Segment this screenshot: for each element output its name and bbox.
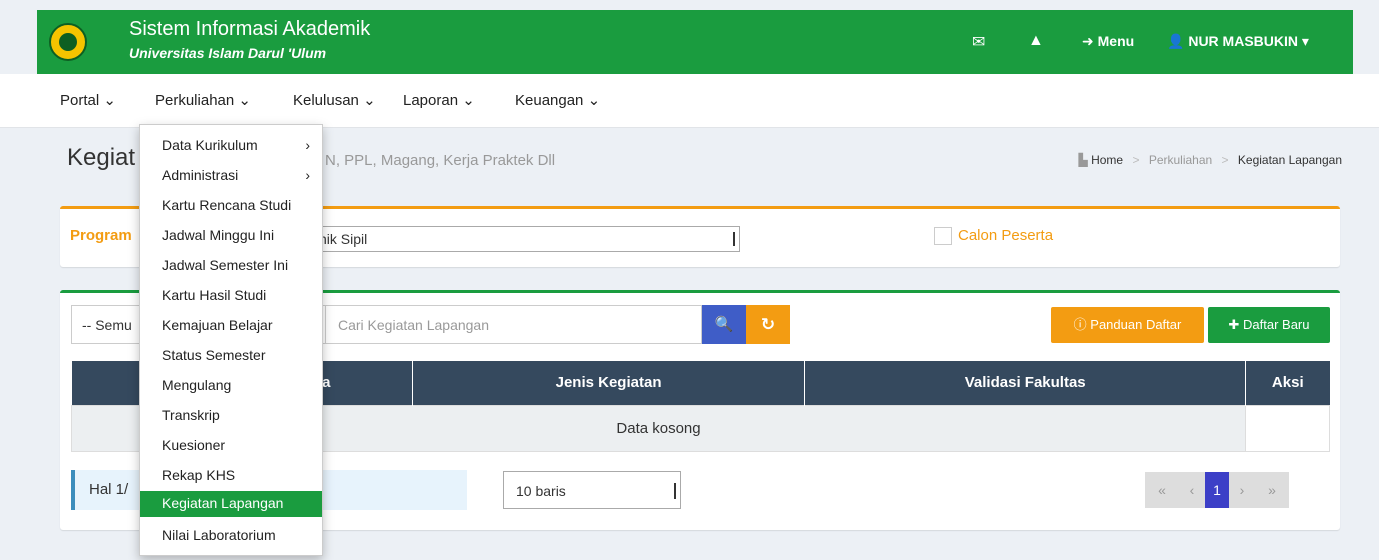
perkuliahan-dropdown-menu: Data Kurikulum › Administrasi › Kartu Renc… [139, 124, 323, 556]
refresh-icon: ↻ [760, 315, 776, 334]
chevron-down-icon: ⌄ [103, 92, 116, 109]
menu-item-label: Administrasi [162, 167, 239, 183]
nav-kelulusan[interactable]: Kelulusan ⌄ [293, 91, 376, 109]
nav-label: Keuangan [515, 92, 584, 109]
envelope-icon[interactable]: ✉ [972, 32, 985, 52]
menu-item-kuesioner[interactable]: Kuesioner [140, 433, 322, 459]
first-page-button[interactable]: « [1145, 472, 1179, 508]
empty-aksi-cell [1245, 404, 1330, 452]
menu-item-transkrip[interactable]: Transkrip [140, 403, 322, 429]
pagination: « ‹ 1 › » [1145, 472, 1289, 508]
app-title: Sistem Informasi Akademik [129, 18, 371, 40]
menu-item-status-semester[interactable]: Status Semester [140, 343, 322, 369]
prev-page-button[interactable]: ‹ [1179, 472, 1205, 508]
menu-item-kegiatan-lapangan[interactable]: Kegiatan Lapangan [140, 491, 322, 517]
breadcrumb-separator: > [1221, 153, 1229, 167]
search-input[interactable]: Cari Kegiatan Lapangan [325, 305, 702, 344]
breadcrumb: ▙ Home > Perkuliahan > Kegiatan Lapangan [1079, 153, 1342, 167]
daftar-baru-button[interactable]: ✚ Daftar Baru [1208, 307, 1330, 343]
university-seal-logo [49, 23, 87, 61]
nav-label: Kelulusan [293, 92, 359, 109]
program-label: Program [70, 227, 132, 244]
user-name: NUR MASBUKIN [1188, 33, 1298, 49]
refresh-button[interactable]: ↻ [746, 305, 790, 344]
top-header: Sistem Informasi Akademik Universitas Is… [37, 10, 1353, 74]
chevron-right-icon: › [305, 167, 310, 183]
plus-icon: ✚ [1228, 317, 1240, 332]
breadcrumb-home[interactable]: Home [1091, 153, 1123, 167]
menu-item-data-kurikulum[interactable]: Data Kurikulum › [140, 133, 322, 159]
info-icon: ⓘ [1073, 317, 1087, 332]
menu-button[interactable]: ➜ Menu [1082, 33, 1134, 50]
menu-item-mengulang[interactable]: Mengulang [140, 373, 322, 399]
nav-perkuliahan[interactable]: Perkuliahan ⌄ [155, 91, 251, 109]
menu-item-rekap-khs[interactable]: Rekap KHS [140, 463, 322, 489]
search-button[interactable]: 🔍 [702, 305, 746, 344]
menu-item-administrasi[interactable]: Administrasi › [140, 163, 322, 189]
nav-label: Laporan [403, 92, 459, 109]
nav-portal[interactable]: Portal ⌄ [60, 91, 116, 109]
calon-peserta-checkbox[interactable] [934, 227, 952, 245]
menu-item-kemajuan-belajar[interactable]: Kemajuan Belajar [140, 313, 322, 339]
chevron-down-icon: ⌄ [462, 92, 475, 109]
app-subtitle: Universitas Islam Darul 'Ulum [129, 45, 327, 61]
warning-icon[interactable]: ▲ [1028, 32, 1044, 50]
nav-keuangan[interactable]: Keuangan ⌄ [515, 91, 600, 109]
chevron-down-icon: ⌄ [587, 92, 601, 109]
daftar-label: Daftar Baru [1243, 317, 1310, 332]
menu-item-jadwal-semester-ini[interactable]: Jadwal Semester Ini [140, 253, 322, 279]
menu-item-jadwal-minggu-ini[interactable]: Jadwal Minggu Ini [140, 223, 322, 249]
breadcrumb-perkuliahan[interactable]: Perkuliahan [1149, 153, 1212, 167]
nav-laporan[interactable]: Laporan ⌄ [403, 91, 475, 109]
chevron-down-icon: ⌄ [363, 92, 376, 109]
calon-peserta-label[interactable]: Calon Peserta [958, 227, 1053, 244]
menu-item-kartu-hasil-studi[interactable]: Kartu Hasil Studi [140, 283, 322, 309]
column-header[interactable]: Validasi Fakultas [804, 361, 1247, 405]
panduan-daftar-button[interactable]: ⓘ Panduan Daftar [1051, 307, 1204, 343]
user-menu-button[interactable]: 👤 NUR MASBUKIN ▾ [1167, 33, 1309, 50]
last-page-button[interactable]: » [1255, 472, 1289, 508]
column-header[interactable]: Jenis Kegiatan [412, 361, 806, 405]
rows-per-page-select[interactable]: 10 baris [503, 471, 681, 509]
panduan-label: Panduan Daftar [1090, 317, 1182, 332]
menu-item-kartu-rencana-studi[interactable]: Kartu Rencana Studi [140, 193, 322, 219]
main-nav: Portal ⌄ Perkuliahan ⌄ Kelulusan ⌄ Lapor… [0, 74, 1379, 128]
nav-label: Perkuliahan [155, 92, 235, 109]
next-page-button[interactable]: › [1229, 472, 1255, 508]
search-icon: 🔍 [714, 316, 734, 333]
menu-item-nilai-laboratorium[interactable]: Nilai Laboratorium [140, 523, 322, 549]
chevron-down-icon: ⌄ [238, 92, 251, 109]
caret-down-icon: ▾ [1301, 33, 1309, 49]
file-icon: ▙ [1078, 153, 1088, 167]
menu-item-label: Data Kurikulum [162, 137, 258, 153]
page-subtitle: N, PPL, Magang, Kerja Praktek Dll [325, 152, 556, 169]
breadcrumb-separator: > [1132, 153, 1140, 167]
nav-label: Portal [60, 92, 100, 109]
user-icon: 👤 [1167, 33, 1185, 49]
program-select[interactable]: nik Sipil [310, 226, 740, 252]
column-header: Aksi [1245, 361, 1330, 405]
sign-in-icon: ➜ [1082, 33, 1094, 49]
page-title: Kegiat [67, 144, 136, 171]
menu-label: Menu [1097, 33, 1135, 49]
page-1-button[interactable]: 1 [1205, 472, 1229, 508]
breadcrumb-current: Kegiatan Lapangan [1237, 153, 1342, 167]
chevron-right-icon: › [305, 137, 310, 153]
